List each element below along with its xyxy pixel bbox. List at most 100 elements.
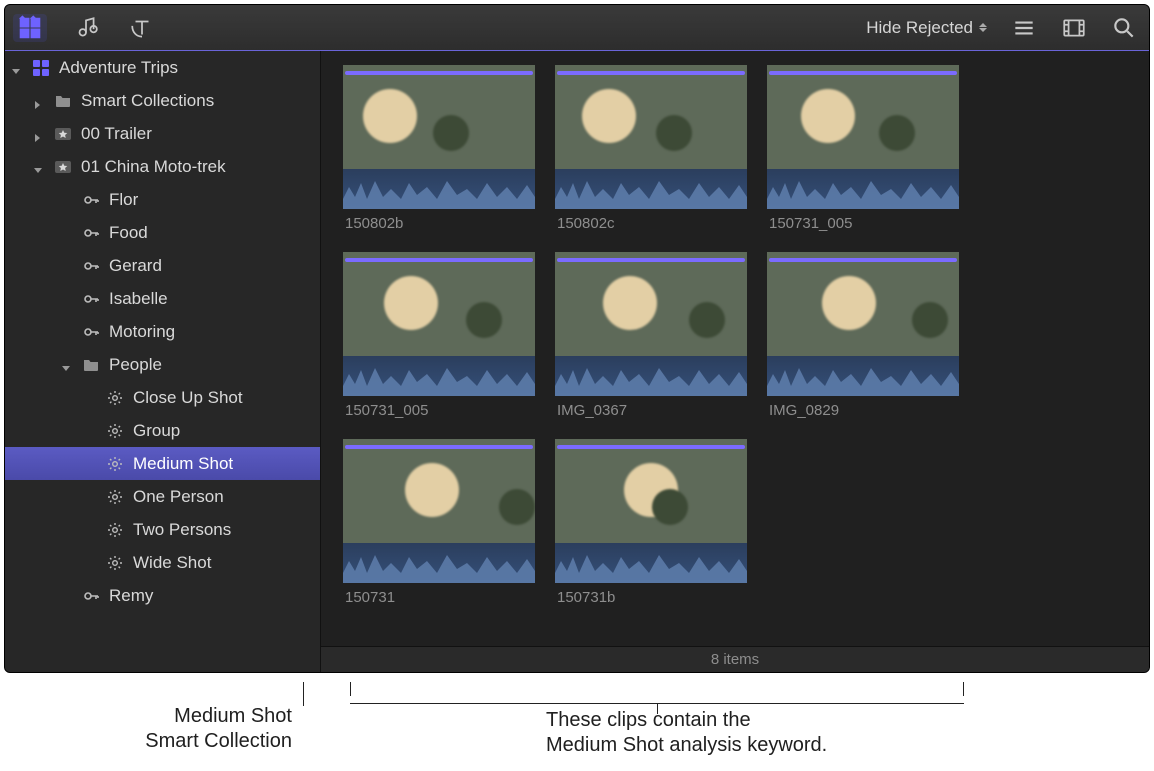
sidebar-item[interactable]: Gerard [5, 249, 320, 282]
gear-icon [105, 422, 125, 440]
keyword-marker [557, 445, 745, 449]
audio-waveform [555, 543, 747, 583]
clip-thumbnail[interactable] [767, 65, 959, 169]
sidebar-item[interactable]: Smart Collections [5, 84, 320, 117]
clips-area[interactable]: 150802b 150802c 150731_005 150731_005 IMG_03… [321, 51, 1149, 646]
keyword-marker [769, 71, 957, 75]
key-icon [81, 224, 101, 242]
clip-name: IMG_0367 [555, 396, 747, 419]
audio-waveform [555, 169, 747, 209]
clip-filter-popup[interactable]: Hide Rejected [862, 15, 991, 41]
key-icon [81, 323, 101, 341]
sidebar-item[interactable]: 01 China Moto-trek [5, 150, 320, 183]
list-view-icon[interactable] [1007, 14, 1041, 42]
clip-item[interactable]: IMG_0367 [555, 252, 747, 419]
sidebar-item-label: Isabelle [109, 289, 168, 309]
sidebar-item[interactable]: One Person [5, 480, 320, 513]
sidebar-item-label: 01 China Moto-trek [81, 157, 226, 177]
folder-icon [81, 356, 101, 374]
keyword-marker [557, 258, 745, 262]
titles-browser-icon[interactable] [125, 14, 159, 42]
libraries-sidebar[interactable]: Adventure Trips Smart Collections 00 Trai… [5, 51, 321, 672]
clip-thumbnail[interactable] [343, 252, 535, 356]
sidebar-item[interactable]: People [5, 348, 320, 381]
clips-browser: 150802b 150802c 150731_005 150731_005 IMG_03… [321, 51, 1149, 672]
filmstrip-view-icon[interactable] [1057, 14, 1091, 42]
sidebar-item-label: Food [109, 223, 148, 243]
sidebar-item-label: 00 Trailer [81, 124, 152, 144]
key-icon [81, 587, 101, 605]
disclosure-triangle-icon[interactable] [11, 62, 23, 74]
library-browser-icon[interactable] [13, 14, 47, 42]
keyword-marker [345, 258, 533, 262]
clip-name: 150731_005 [343, 396, 535, 419]
key-icon [81, 290, 101, 308]
disclosure-triangle-icon[interactable] [61, 359, 73, 371]
key-icon [81, 257, 101, 275]
library-name: Adventure Trips [59, 58, 178, 78]
chevron-updown-icon [979, 23, 987, 32]
audio-waveform [767, 356, 959, 396]
audio-waveform [343, 356, 535, 396]
audio-waveform [767, 169, 959, 209]
sidebar-item[interactable]: Close Up Shot [5, 381, 320, 414]
clip-item[interactable]: 150802b [343, 65, 535, 232]
sidebar-item[interactable]: Isabelle [5, 282, 320, 315]
audio-waveform [343, 169, 535, 209]
sidebar-item-label: Remy [109, 586, 153, 606]
disclosure-triangle-icon[interactable] [33, 128, 45, 140]
sidebar-item-label: Flor [109, 190, 138, 210]
sidebar-item-label: Smart Collections [81, 91, 214, 111]
star-icon [53, 158, 73, 176]
clip-item[interactable]: 150731_005 [343, 252, 535, 419]
sidebar-item[interactable]: 00 Trailer [5, 117, 320, 150]
clip-name: 150802b [343, 209, 535, 232]
audio-waveform [343, 543, 535, 583]
clip-item[interactable]: IMG_0829 [767, 252, 959, 419]
clip-thumbnail[interactable] [343, 65, 535, 169]
clip-thumbnail[interactable] [343, 439, 535, 543]
clip-thumbnail[interactable] [555, 65, 747, 169]
library-row[interactable]: Adventure Trips [5, 51, 320, 84]
sidebar-item-label: Group [133, 421, 180, 441]
browser-footer: 8 items [321, 646, 1149, 672]
callout-right: These clips contain the Medium Shot anal… [546, 708, 1046, 758]
key-icon [81, 191, 101, 209]
clip-item[interactable]: 150731 [343, 439, 535, 606]
folder-icon [53, 92, 73, 110]
clip-item[interactable]: 150731b [555, 439, 747, 606]
sidebar-item-label: Close Up Shot [133, 388, 243, 408]
keyword-marker [557, 71, 745, 75]
sidebar-item[interactable]: Flor [5, 183, 320, 216]
app-window: Hide Rejected Ad [4, 4, 1150, 673]
sidebar-item-label: Gerard [109, 256, 162, 276]
clip-item[interactable]: 150802c [555, 65, 747, 232]
clip-name: 150802c [555, 209, 747, 232]
clip-item[interactable]: 150731_005 [767, 65, 959, 232]
clip-filter-label: Hide Rejected [866, 18, 973, 38]
clip-thumbnail[interactable] [555, 252, 747, 356]
clip-thumbnail[interactable] [555, 439, 747, 543]
gear-icon [105, 554, 125, 572]
disclosure-triangle-icon[interactable] [33, 161, 45, 173]
sidebar-item[interactable]: Motoring [5, 315, 320, 348]
sidebar-item-label: Wide Shot [133, 553, 211, 573]
sidebar-item[interactable]: Remy [5, 579, 320, 612]
callout-left: Medium Shot Smart Collection [82, 704, 292, 754]
search-icon[interactable] [1107, 14, 1141, 42]
sidebar-item[interactable]: Two Persons [5, 513, 320, 546]
sidebar-item[interactable]: Food [5, 216, 320, 249]
clip-thumbnail[interactable] [767, 252, 959, 356]
audio-browser-icon[interactable] [69, 14, 103, 42]
library-icon [31, 59, 51, 77]
keyword-marker [345, 445, 533, 449]
clip-name: 150731 [343, 583, 535, 606]
sidebar-item[interactable]: Wide Shot [5, 546, 320, 579]
sidebar-item[interactable]: Group [5, 414, 320, 447]
sidebar-item[interactable]: Medium Shot [5, 447, 320, 480]
disclosure-triangle-icon[interactable] [33, 95, 45, 107]
sidebar-item-label: People [109, 355, 162, 375]
gear-icon [105, 488, 125, 506]
audio-waveform [555, 356, 747, 396]
sidebar-item-label: Medium Shot [133, 454, 233, 474]
